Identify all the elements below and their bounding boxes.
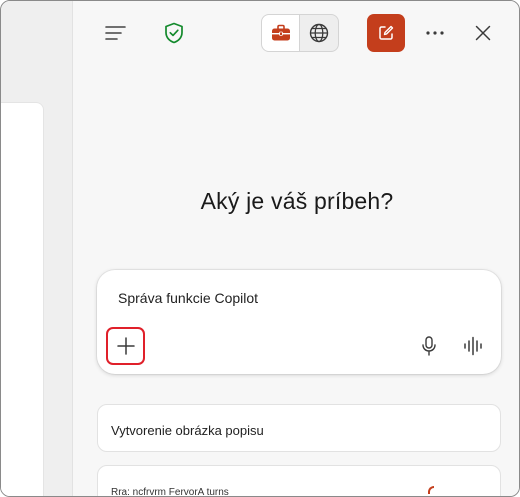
suggestion-label: Vytvorenie obrázka popisu	[111, 423, 264, 438]
suggestion-card[interactable]: Rra: ncfrvrm FervorA turns	[97, 465, 501, 497]
briefcase-icon	[271, 24, 290, 41]
close-button[interactable]	[464, 14, 502, 52]
microphone-button[interactable]	[413, 330, 445, 362]
protection-button[interactable]	[155, 14, 193, 52]
plus-icon	[116, 337, 135, 355]
mode-switch	[261, 14, 339, 52]
hamburger-menu-icon	[105, 26, 126, 40]
compose-icon	[379, 25, 394, 40]
suggestion-label: Rra: ncfrvrm FervorA turns	[111, 487, 229, 497]
work-mode-button[interactable]	[262, 15, 300, 51]
toolbar	[73, 1, 519, 65]
globe-icon	[309, 23, 329, 43]
background-pane	[1, 1, 73, 496]
menu-button[interactable]	[97, 14, 135, 52]
voice-waveform-icon	[464, 336, 482, 356]
close-icon	[475, 25, 491, 41]
message-composer[interactable]: Správa funkcie Copilot	[97, 270, 501, 374]
shield-check-icon	[165, 22, 183, 44]
ellipsis-icon	[426, 31, 444, 35]
message-input[interactable]: Správa funkcie Copilot	[118, 290, 258, 306]
copilot-panel: Aký je váš príbeh? Správa funkcie Copilo…	[73, 1, 519, 497]
page-title: Aký je váš príbeh?	[200, 188, 394, 214]
voice-mode-button[interactable]	[457, 330, 489, 362]
background-card	[1, 102, 44, 496]
more-options-button[interactable]	[416, 14, 454, 52]
new-chat-button[interactable]	[367, 14, 405, 52]
app-window: Aký je váš príbeh? Správa funkcie Copilo…	[0, 0, 520, 497]
suggestion-accent-mark	[428, 486, 434, 494]
suggestion-card[interactable]: Vytvorenie obrázka popisu	[97, 404, 501, 452]
add-attachment-button[interactable]	[106, 327, 145, 365]
microphone-icon	[422, 336, 436, 356]
web-mode-button[interactable]	[300, 15, 338, 51]
